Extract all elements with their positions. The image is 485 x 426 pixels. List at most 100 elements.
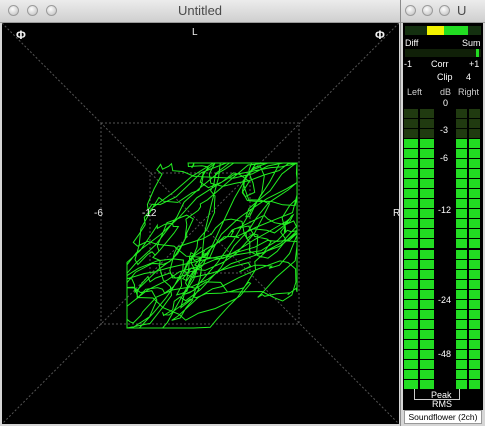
- level-segment: [456, 339, 467, 349]
- vectorscope-display: Φ L Φ R -6 -12: [2, 23, 401, 424]
- scale-minus6: -6: [440, 153, 449, 163]
- level-meter: Diff Sum -1 Corr +1 Clip 4 Left dB Right…: [403, 23, 483, 410]
- scale-minus24: -24: [438, 295, 452, 305]
- axis-label-left: L: [192, 27, 198, 38]
- level-segment: [456, 169, 467, 179]
- level-segment: [469, 239, 480, 249]
- diff-label: Diff: [405, 38, 419, 48]
- level-segment: [456, 249, 467, 259]
- level-segment: [456, 369, 467, 379]
- stereo-trace: [126, 162, 298, 329]
- level-segment: [420, 259, 434, 269]
- level-segment: [404, 259, 418, 269]
- level-segment: [469, 149, 480, 159]
- level-segment: [469, 169, 480, 179]
- vectorscope-canvas: [2, 23, 399, 424]
- level-segment: [456, 159, 467, 169]
- level-segment: [404, 369, 418, 379]
- level-segment: [420, 189, 434, 199]
- level-segment: [420, 269, 434, 279]
- level-segment: [420, 179, 434, 189]
- level-segment: [469, 259, 480, 269]
- level-segment: [469, 249, 480, 259]
- corr-max-label: +1: [469, 59, 480, 69]
- correlation-indicator: [476, 49, 479, 57]
- meter-close-button[interactable]: [405, 5, 416, 16]
- level-segment: [404, 289, 418, 299]
- level-segment: [404, 179, 418, 189]
- level-segment: [420, 159, 434, 169]
- level-segment: [469, 329, 480, 339]
- level-segment: [420, 309, 434, 319]
- level-segment: [456, 299, 467, 309]
- level-segment: [456, 309, 467, 319]
- level-segment: [456, 379, 467, 389]
- level-segment: [456, 189, 467, 199]
- level-segment: [469, 299, 480, 309]
- corr-min-label: -1: [404, 59, 413, 69]
- level-segment: [404, 189, 418, 199]
- level-segment: [456, 239, 467, 249]
- level-segment: [420, 139, 434, 149]
- level-segment: [469, 129, 480, 139]
- level-segment: [404, 239, 418, 249]
- level-segment: [420, 379, 434, 389]
- level-segment: [420, 319, 434, 329]
- level-segment: [404, 329, 418, 339]
- level-segment: [404, 199, 418, 209]
- level-segment: [404, 209, 418, 219]
- right-channel-label: Right: [458, 87, 480, 97]
- level-segment: [404, 169, 418, 179]
- scope-window-title: Untitled: [177, 3, 223, 18]
- level-segment: [404, 269, 418, 279]
- level-segment: [456, 179, 467, 189]
- meter-window-title: U: [457, 3, 467, 18]
- db-label-minus6: -6: [94, 208, 103, 219]
- meter-zoom-button[interactable]: [439, 5, 450, 16]
- level-segment: [404, 139, 418, 149]
- level-segment: [469, 279, 480, 289]
- level-segment: [404, 109, 418, 119]
- level-segment: [420, 129, 434, 139]
- level-segment: [469, 229, 480, 239]
- level-segment: [420, 109, 434, 119]
- level-segment: [469, 319, 480, 329]
- meter-window: U Diff Sum -1 Corr +1 Clip 4 Left dB Rig…: [401, 0, 485, 426]
- db-unit-label: dB: [440, 87, 452, 97]
- level-segment: [420, 219, 434, 229]
- meter-titlebar[interactable]: U: [401, 0, 485, 23]
- scale-minus3: -3: [440, 125, 449, 135]
- level-segment: [469, 119, 480, 129]
- meter-minimize-button[interactable]: [422, 5, 433, 16]
- level-segment: [420, 279, 434, 289]
- level-segment: [404, 279, 418, 289]
- scope-titlebar[interactable]: Untitled: [0, 0, 400, 23]
- diff-sum-bar: [405, 26, 481, 35]
- level-segment: [469, 209, 480, 219]
- level-segment: [469, 179, 480, 189]
- level-segment: [404, 309, 418, 319]
- level-segment: [456, 289, 467, 299]
- level-segment: [456, 119, 467, 129]
- level-segment: [404, 249, 418, 259]
- level-segment: [404, 319, 418, 329]
- level-segment: [469, 189, 480, 199]
- level-segment: [456, 259, 467, 269]
- level-segment: [469, 349, 480, 359]
- level-segment: [420, 149, 434, 159]
- level-segment: [456, 319, 467, 329]
- level-segment: [469, 339, 480, 349]
- clip-label: Clip: [437, 72, 453, 82]
- level-segment: [456, 349, 467, 359]
- level-segment: [420, 239, 434, 249]
- left-channel-label: Left: [407, 87, 423, 97]
- level-segment: [404, 349, 418, 359]
- level-segment: [456, 209, 467, 219]
- axis-label-right: R: [393, 208, 401, 219]
- level-segment: [404, 379, 418, 389]
- input-device-selector[interactable]: Soundflower (2ch): [404, 410, 482, 424]
- level-segment: [404, 159, 418, 169]
- level-segment: [420, 289, 434, 299]
- level-segment: [469, 109, 480, 119]
- diff-indicator: [427, 26, 444, 35]
